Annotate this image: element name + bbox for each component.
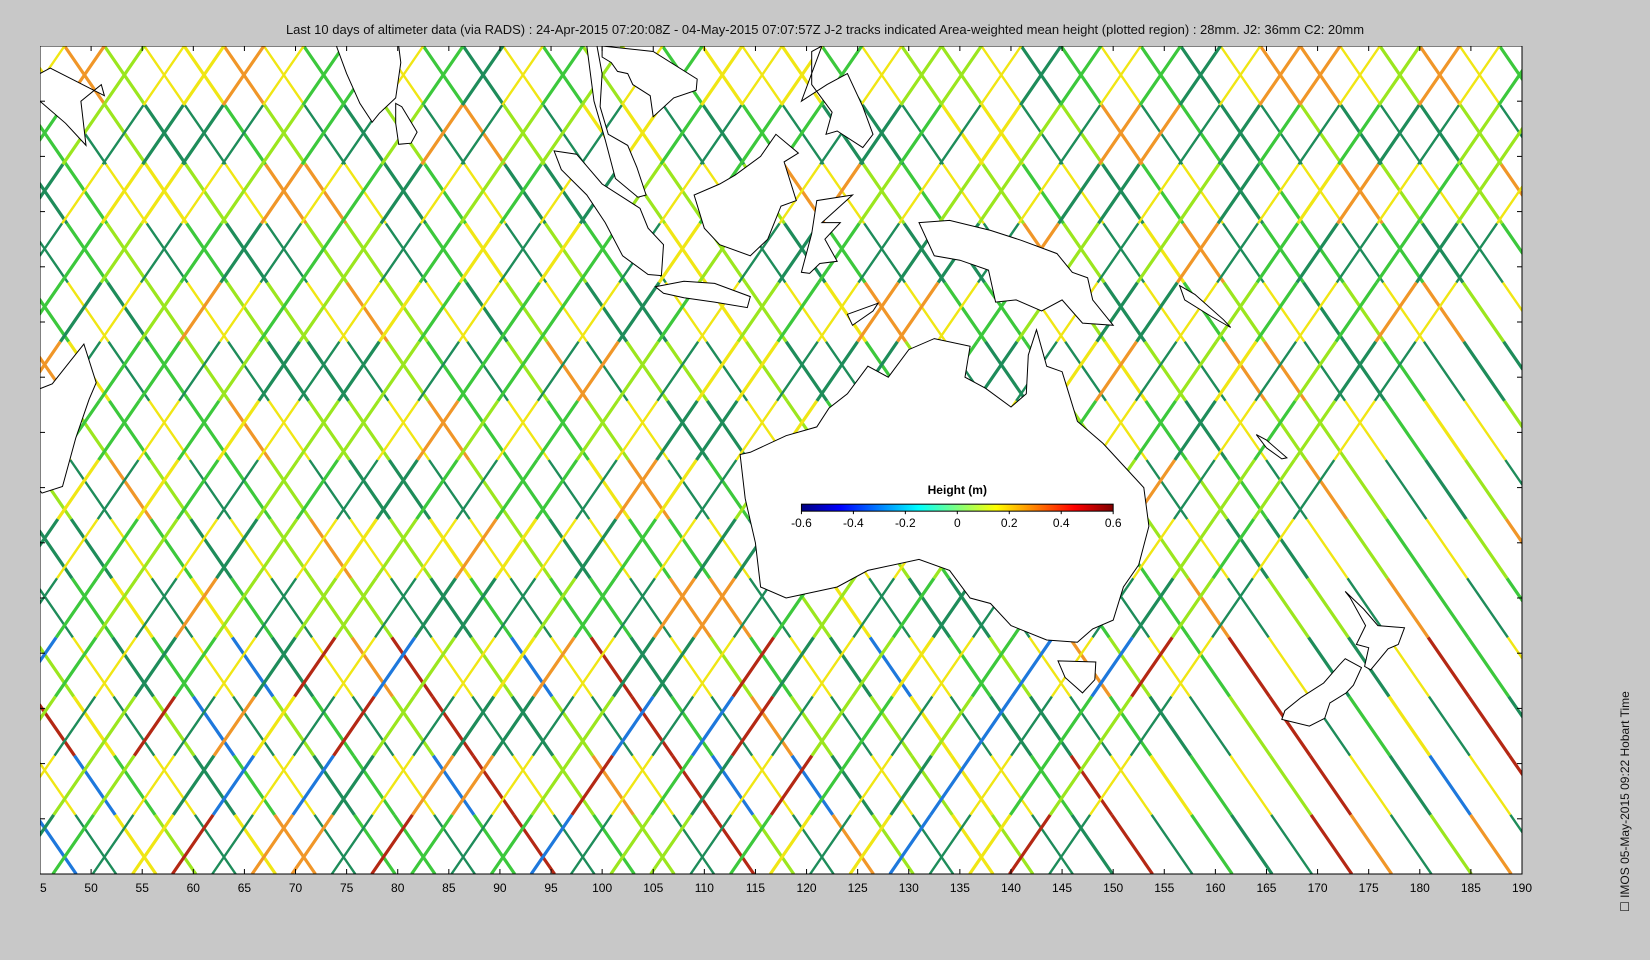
track-segment: [1579, 46, 1602, 105]
lon-tick-label: 185: [1461, 881, 1481, 895]
lon-tick-label: 55: [136, 881, 150, 895]
track-segment: [1544, 342, 1585, 401]
lon-tick-label: 85: [442, 881, 456, 895]
lon-tick-label: 165: [1256, 881, 1276, 895]
track-segment: [1539, 46, 1580, 105]
track-segment: [1541, 164, 1582, 223]
lon-tick-label: 160: [1205, 881, 1225, 895]
lon-tick-label: 125: [848, 881, 868, 895]
lon-tick-label: 45: [40, 881, 47, 895]
colorbar-tick-label: -0.4: [843, 516, 864, 530]
lon-tick-label: 145: [1052, 881, 1072, 895]
lon-tick-label: 100: [592, 881, 612, 895]
track-segment: [1581, 164, 1602, 223]
track-segment: [1586, 519, 1602, 578]
lon-tick-label: 130: [899, 881, 919, 895]
track-segment: [1588, 637, 1602, 696]
track-segment: [1578, 46, 1602, 105]
track-segment: [1584, 401, 1602, 460]
lon-tick-label: 180: [1410, 881, 1430, 895]
colorbar-title: Height (m): [928, 483, 987, 497]
lon-tick-label: 65: [238, 881, 252, 895]
track-segment: [1587, 578, 1602, 637]
track-segment: [1545, 460, 1586, 519]
track-segment: [1543, 283, 1584, 342]
lon-tick-label: 140: [1001, 881, 1021, 895]
track-segment: [1590, 815, 1602, 874]
lon-tick-label: 50: [84, 881, 98, 895]
track-segment: [1546, 519, 1587, 578]
track-segment: [1542, 223, 1583, 282]
track-segment: [1589, 756, 1602, 815]
track-segment: [1580, 105, 1602, 164]
track-segment: [1588, 697, 1602, 756]
lon-tick-label: 190: [1512, 881, 1532, 895]
track-segment: [1585, 460, 1602, 519]
colorbar-gradient: [800, 503, 1114, 512]
track-segment: [1549, 756, 1590, 815]
colorbar-tick-label: 0.2: [1001, 516, 1018, 530]
track-segment: [1550, 815, 1591, 874]
track-segment: [1540, 105, 1581, 164]
colorbar-tick-label: -0.6: [791, 516, 812, 530]
lon-tick-label: 90: [493, 881, 507, 895]
lon-tick-label: 115: [746, 881, 765, 895]
lon-tick-label: 110: [695, 881, 714, 895]
lon-tick-label: 105: [643, 881, 663, 895]
lon-tick-label: 150: [1103, 881, 1123, 895]
timestamp-label: ☐ IMOS 05-May-2015 09:22 Hobart Time: [1618, 691, 1632, 912]
track-segment: [1583, 283, 1602, 342]
track-segment: [1583, 342, 1602, 401]
map-title: Last 10 days of altimeter data (via RADS…: [285, 22, 1365, 37]
colorbar-tick-label: 0.6: [1105, 516, 1122, 530]
lon-tick-label: 175: [1359, 881, 1379, 895]
colorbar-tick-label: 0.4: [1053, 516, 1070, 530]
track-segment: [1549, 697, 1590, 756]
lon-tick-label: 70: [289, 881, 303, 895]
track-segment: [1582, 223, 1602, 282]
track-segment: [1547, 578, 1588, 637]
lon-tick-label: 75: [340, 881, 354, 895]
lon-tick-label: 155: [1154, 881, 1174, 895]
lon-tick-label: 170: [1308, 881, 1328, 895]
lon-tick-label: 60: [187, 881, 201, 895]
track-segment: [1544, 401, 1585, 460]
altimeter-map: 45 50 55 60 65 70 75 80 85 90 95 100 105 110 115 120 125…: [40, 46, 1602, 895]
lon-tick-label: 95: [544, 881, 558, 895]
lon-tick-label: 120: [797, 881, 817, 895]
colorbar-tick-label: -0.2: [895, 516, 916, 530]
lon-tick-label: 80: [391, 881, 405, 895]
track-segment: [1538, 105, 1579, 164]
track-segment: [1548, 637, 1589, 696]
track-segment: [1539, 46, 1580, 105]
colorbar-tick-label: 0: [954, 516, 961, 530]
lon-tick-label: 135: [950, 881, 970, 895]
